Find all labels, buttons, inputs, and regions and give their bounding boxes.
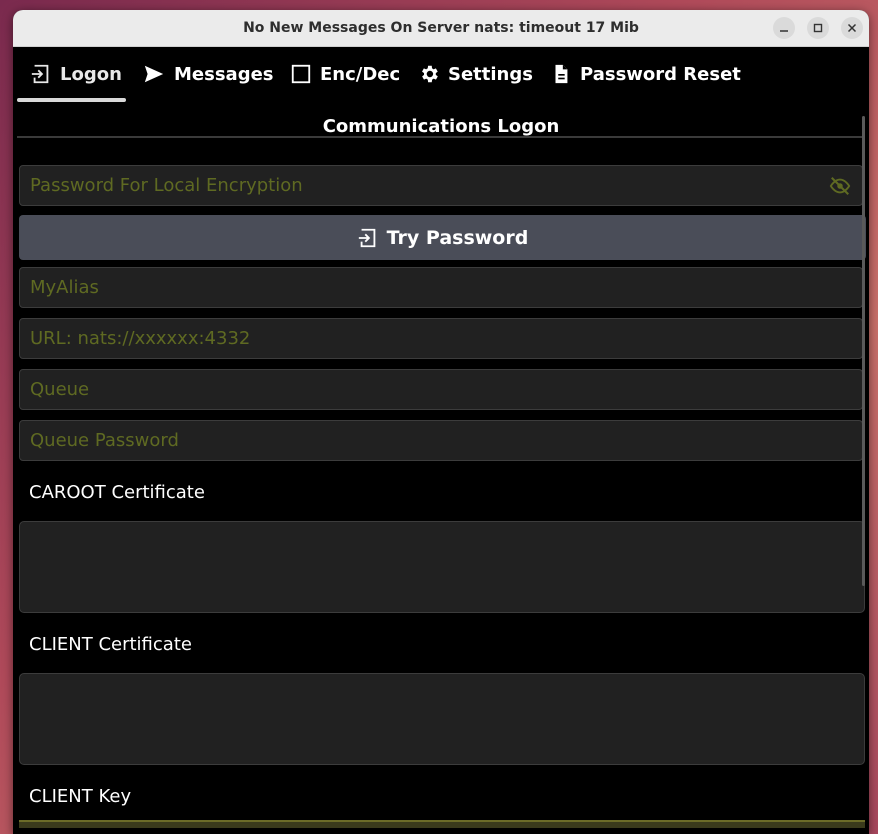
tab-settings[interactable]: Settings [418,46,533,102]
close-icon [847,23,857,33]
send-icon [144,65,164,83]
url-field[interactable] [19,318,863,359]
close-button[interactable] [841,17,863,39]
minimize-icon [780,30,788,32]
page-title: Communications Logon [322,116,560,137]
queue-input[interactable] [20,370,862,409]
minimize-button[interactable] [773,17,795,39]
tab-logon-label: Logon [60,63,122,85]
caroot-certificate-field[interactable] [19,521,865,613]
alias-field[interactable] [19,267,863,308]
scrollbar[interactable] [862,116,865,586]
eye-off-icon[interactable] [828,175,852,197]
title-bar: No New Messages On Server nats: timeout … [13,10,869,47]
tab-password-reset[interactable]: Password Reset [550,46,741,102]
maximize-button[interactable] [807,17,829,39]
client-key-label: CLIENT Key [29,786,132,807]
document-icon [555,64,568,84]
logon-icon [358,228,375,247]
tab-password-reset-label: Password Reset [580,63,741,85]
tab-messages-label: Messages [174,63,274,85]
tab-messages[interactable]: Messages [142,46,274,102]
client-certificate-input[interactable] [20,674,864,764]
gear-icon [422,65,438,83]
queue-field[interactable] [19,369,863,410]
tab-encdec-label: Enc/Dec [320,63,401,85]
queue-password-field[interactable] [19,420,863,461]
local-password-input[interactable] [20,166,862,205]
local-password-field[interactable] [19,165,863,206]
tab-bar: Logon Messages Enc/Dec Settings Password… [13,46,869,138]
app-window: No New Messages On Server nats: timeout … [13,10,869,834]
caroot-certificate-input[interactable] [20,522,864,612]
client-certificate-field[interactable] [19,673,865,765]
client-key-field[interactable] [19,820,865,828]
alias-input[interactable] [20,268,862,307]
checkbox-icon [291,64,311,84]
maximize-icon [813,23,823,33]
url-input[interactable] [20,319,862,358]
logon-panel: Communications Logon Try Password MyAlia… [13,102,869,834]
tab-logon[interactable]: Logon [30,46,122,102]
tab-settings-label: Settings [448,63,533,85]
caroot-label: CAROOT Certificate [29,482,205,503]
try-password-label: Try Password [386,226,529,249]
queue-password-input[interactable] [20,421,862,460]
try-password-button[interactable]: Try Password [19,215,866,260]
logon-icon [31,64,49,84]
client-certificate-label: CLIENT Certificate [29,634,192,655]
window-title: No New Messages On Server nats: timeout … [243,20,639,36]
tab-encdec[interactable]: Enc/Dec [290,46,400,102]
